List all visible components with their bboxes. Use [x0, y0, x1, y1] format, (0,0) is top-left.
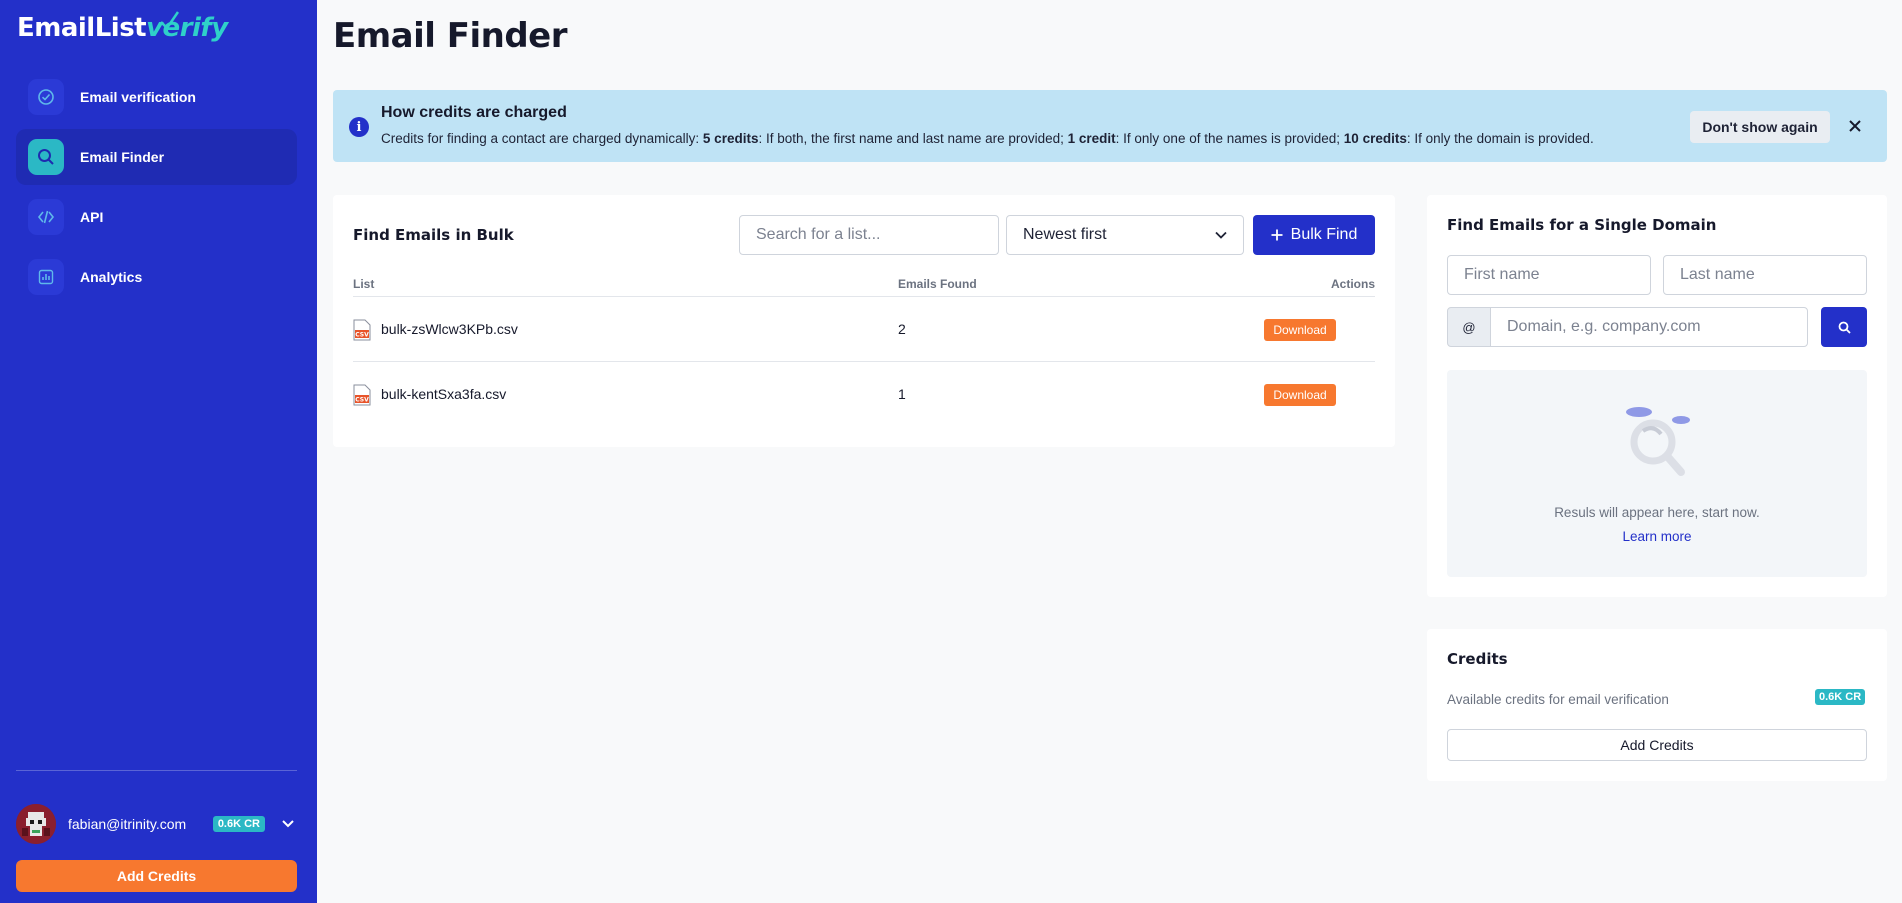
close-icon[interactable]: [1845, 116, 1865, 136]
results-placeholder: Resuls will appear here, start now. Lear…: [1447, 370, 1867, 577]
chevron-down-icon[interactable]: [279, 815, 297, 833]
domain-input[interactable]: [1490, 307, 1808, 347]
csv-file-icon: CSV: [353, 384, 371, 406]
learn-more-link[interactable]: Learn more: [1447, 529, 1867, 544]
sidebar-item-api[interactable]: API: [16, 189, 297, 245]
emails-found-count: 2: [898, 321, 906, 337]
list-file-name[interactable]: bulk-kentSxa3fa.csv: [381, 386, 506, 402]
last-name-input[interactable]: [1663, 255, 1867, 295]
add-credits-button[interactable]: Add Credits: [1447, 729, 1867, 761]
column-header-emails-found: Emails Found: [898, 277, 977, 291]
banner-text-segment: : If only the domain is provided.: [1406, 131, 1594, 146]
sidebar-nav: Email verification Email Finder API Anal…: [16, 69, 297, 309]
banner-text-bold: 10 credits: [1343, 131, 1407, 146]
credits-badge: 0.6K CR: [212, 816, 265, 832]
single-card-title: Find Emails for a Single Domain: [1447, 216, 1717, 234]
domain-search-button[interactable]: [1821, 307, 1867, 347]
page-title: Email Finder: [333, 16, 568, 56]
search-icon: [28, 139, 64, 175]
sort-select[interactable]: Newest first: [1006, 215, 1244, 255]
chevron-down-icon: [1215, 231, 1227, 239]
at-symbol-addon: @: [1447, 307, 1491, 347]
first-name-input[interactable]: [1447, 255, 1651, 295]
banner-text-bold: 1 credit: [1067, 131, 1116, 146]
table-row: CSV bulk-zsWlcw3KPb.csv 2 Download: [353, 297, 1375, 361]
sidebar-item-label: Email Finder: [80, 149, 165, 165]
sidebar-item-analytics[interactable]: Analytics: [16, 249, 297, 305]
search-icon: [1838, 321, 1851, 334]
svg-text:CSV: CSV: [355, 397, 369, 404]
csv-file-icon: CSV: [353, 319, 371, 341]
sidebar-add-credits-button[interactable]: Add Credits: [16, 860, 297, 892]
credits-badge: 0.6K CR: [1815, 689, 1866, 705]
bulk-card-title: Find Emails in Bulk: [353, 226, 514, 244]
svg-text:CSV: CSV: [355, 332, 369, 339]
download-button[interactable]: Download: [1264, 319, 1336, 341]
logo-check-icon: [160, 11, 179, 30]
dont-show-again-button[interactable]: Don't show again: [1690, 111, 1830, 143]
results-hint-text: Resuls will appear here, start now.: [1554, 505, 1760, 520]
plus-icon: [1271, 229, 1283, 241]
avatar: [16, 804, 56, 844]
download-button[interactable]: Download: [1264, 384, 1336, 406]
bulk-find-card: Find Emails in Bulk Newest first Bulk Fi…: [333, 195, 1395, 447]
credits-info-banner: i How credits are charged Credits for fi…: [333, 90, 1887, 162]
list-file-name[interactable]: bulk-zsWlcw3KPb.csv: [381, 321, 518, 337]
table-row: CSV bulk-kentSxa3fa.csv 1 Download: [353, 362, 1375, 426]
bulk-find-label: Bulk Find: [1290, 226, 1358, 243]
check-circle-icon: [28, 79, 64, 115]
search-list-input[interactable]: [739, 215, 999, 255]
sort-select-value: Newest first: [1023, 226, 1107, 243]
user-menu[interactable]: fabian@itrinity.com 0.6K CR: [16, 804, 297, 844]
info-icon: i: [349, 117, 369, 137]
emails-found-count: 1: [898, 386, 906, 402]
sidebar-item-label: API: [80, 209, 104, 225]
brand-name-part1: EmailList: [17, 13, 147, 43]
column-header-actions: Actions: [1330, 277, 1375, 291]
code-icon: [28, 199, 64, 235]
magnifier-clouds-icon: [1626, 407, 1690, 476]
banner-text-segment: : If only one of the names is provided;: [1115, 131, 1344, 146]
user-email: fabian@itrinity.com: [68, 816, 187, 832]
credits-card-title: Credits: [1447, 650, 1508, 668]
sidebar-item-label: Analytics: [80, 269, 143, 285]
bulk-find-button[interactable]: Bulk Find: [1253, 215, 1375, 255]
sidebar-divider: [16, 770, 297, 771]
banner-title: How credits are charged: [381, 104, 567, 121]
banner-text-segment: Credits for finding a contact are charge…: [381, 131, 703, 146]
chart-icon: [28, 259, 64, 295]
credits-description: Available credits for email verification: [1447, 692, 1669, 707]
credits-card: Credits Available credits for email veri…: [1427, 629, 1887, 781]
sidebar-item-email-finder[interactable]: Email Finder: [16, 129, 297, 185]
banner-text-segment: : If both, the first name and last name …: [758, 131, 1068, 146]
single-domain-card: Find Emails for a Single Domain @ Resuls…: [1427, 195, 1887, 597]
banner-text: Credits for finding a contact are charge…: [381, 131, 1594, 146]
brand-logo[interactable]: EmailList verify: [17, 8, 228, 48]
banner-text-bold: 5 credits: [702, 131, 759, 146]
sidebar-item-email-verification[interactable]: Email verification: [16, 69, 297, 125]
sidebar: EmailList verify Email verification Email…: [0, 0, 317, 903]
column-header-list: List: [353, 277, 375, 291]
sidebar-item-label: Email verification: [80, 89, 196, 105]
